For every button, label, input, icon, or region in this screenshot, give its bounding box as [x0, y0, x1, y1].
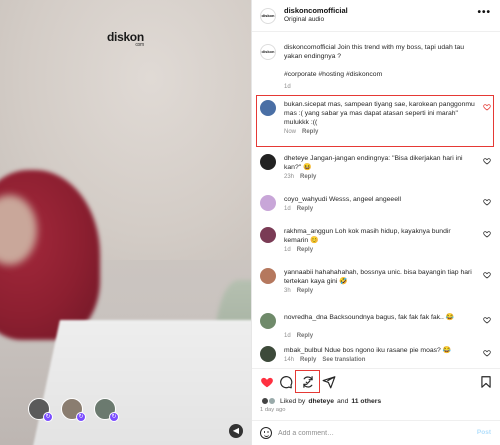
comment-like-heart-icon[interactable]	[483, 271, 491, 279]
caption-hashtags[interactable]: #corporate #hosting #diskoncom	[284, 70, 476, 79]
collab-badge-icon: ↻	[43, 412, 53, 422]
comment-text: novredha_dna Backsoundnya bagus, fak fak…	[284, 314, 455, 321]
commenter-avatar[interactable]	[260, 268, 276, 284]
save-bookmark-icon[interactable]	[479, 375, 493, 389]
share-icon[interactable]	[322, 375, 336, 389]
post-actions: Liked by dheteye and 11 others 1 day ago	[252, 368, 500, 418]
collaborator-avatar[interactable]: ↻	[61, 398, 86, 422]
more-options-icon[interactable]: •••	[477, 7, 491, 18]
audio-label[interactable]: Original audio	[284, 16, 324, 23]
comment-text: dheteye Jangan-jangan endingnya: "Bisa d…	[284, 155, 463, 171]
see-translation-button[interactable]: See translation	[322, 357, 365, 363]
reply-button[interactable]: Reply	[300, 357, 316, 363]
comment-text: rakhma_anggun Loh kok masih hidup, kayak…	[284, 228, 451, 244]
commenter-avatar[interactable]	[260, 313, 276, 329]
commenter-avatar[interactable]	[260, 227, 276, 243]
liker-avatar	[268, 397, 276, 405]
comment-meta: Now Reply	[284, 129, 318, 135]
comment-icon[interactable]	[279, 375, 293, 389]
account-username[interactable]: diskoncomofficial	[284, 6, 348, 15]
comment-text: yannaabii hahahahahah, bossnya unic. bis…	[284, 269, 472, 285]
comment-text: mbak_bulbul Ndue bos ngono iku rasane pi…	[284, 347, 452, 354]
comment-time: 3h	[284, 288, 291, 294]
comment-meta: 3h Reply	[284, 288, 313, 294]
comment-time: Now	[284, 129, 297, 135]
commenter-avatar[interactable]	[260, 195, 276, 211]
video-table	[30, 320, 251, 445]
caption-text: diskoncomofficial Join this trend with m…	[284, 44, 465, 60]
commenter-avatar[interactable]	[260, 346, 276, 362]
reply-button[interactable]: Reply	[297, 333, 313, 339]
collaborator-avatar[interactable]: ↻	[28, 398, 53, 422]
reel-video[interactable]: diskon com ↻ ↻ ↻ ◀	[0, 0, 251, 445]
comment-like-heart-icon[interactable]	[483, 103, 491, 111]
comment-like-heart-icon[interactable]	[483, 316, 491, 324]
reply-button[interactable]: Reply	[297, 288, 313, 294]
comment-meta: 1d Reply	[284, 333, 313, 339]
comment-meta: 1d Reply	[284, 206, 313, 212]
liked-others[interactable]: 11 others	[351, 398, 381, 405]
comment-like-heart-icon[interactable]	[483, 157, 491, 165]
comment-meta: 23h Reply	[284, 174, 316, 180]
comment-input[interactable]	[278, 427, 458, 439]
collaborator-avatar[interactable]: ↻	[94, 398, 119, 422]
brand-logo: diskon com	[107, 30, 144, 48]
repost-highlight-box	[295, 370, 320, 393]
collaborator-avatars: ↻ ↻ ↻	[28, 398, 119, 422]
comment-like-heart-icon[interactable]	[483, 349, 491, 357]
like-heart-icon[interactable]	[260, 375, 274, 389]
caption-avatar[interactable]: diskon	[260, 44, 276, 60]
comment-time: 14h	[284, 357, 295, 363]
emoji-icon[interactable]	[260, 427, 272, 439]
comment-time: 1d	[284, 247, 291, 253]
liked-user[interactable]: dheteye	[308, 398, 334, 405]
collab-badge-icon: ↻	[76, 412, 86, 422]
reply-button[interactable]: Reply	[300, 174, 316, 180]
comment-time: 23h	[284, 174, 295, 180]
collab-badge-icon: ↻	[109, 412, 119, 422]
comment-time: 1d	[284, 206, 291, 212]
caption-time: 1d	[284, 84, 291, 90]
liked-by-summary[interactable]: Liked by dheteye and 11 others	[261, 397, 381, 405]
volume-icon[interactable]: ◀	[229, 424, 243, 438]
liked-and: and	[337, 397, 349, 405]
post-side-panel: diskon diskoncomofficial Original audio …	[251, 0, 500, 445]
comment-like-heart-icon[interactable]	[483, 230, 491, 238]
comment-text: bukan.sicepat mas, sampean tiyang sae, k…	[284, 101, 475, 126]
comment-time: 1d	[284, 333, 291, 339]
liked-prefix: Liked by	[280, 397, 306, 405]
comment-text: coyo_wahyudi Wesss, angeel angeeell	[284, 196, 402, 203]
post-time: 1 day ago	[260, 407, 286, 413]
commenter-avatar[interactable]	[260, 154, 276, 170]
comment-meta: 1d Reply	[284, 247, 313, 253]
add-comment-bar: Post	[252, 420, 500, 445]
comments-list[interactable]: diskon diskoncomofficial Join this trend…	[252, 33, 500, 368]
account-avatar[interactable]: diskon	[260, 8, 276, 24]
post-button[interactable]: Post	[477, 429, 491, 436]
comment-meta: 14h Reply See translation	[284, 357, 365, 363]
post-header: diskon diskoncomofficial Original audio …	[252, 0, 500, 32]
comment-like-heart-icon[interactable]	[483, 198, 491, 206]
reply-button[interactable]: Reply	[297, 247, 313, 253]
reply-button[interactable]: Reply	[297, 206, 313, 212]
reply-button[interactable]: Reply	[302, 129, 318, 135]
commenter-avatar[interactable]	[260, 100, 276, 116]
